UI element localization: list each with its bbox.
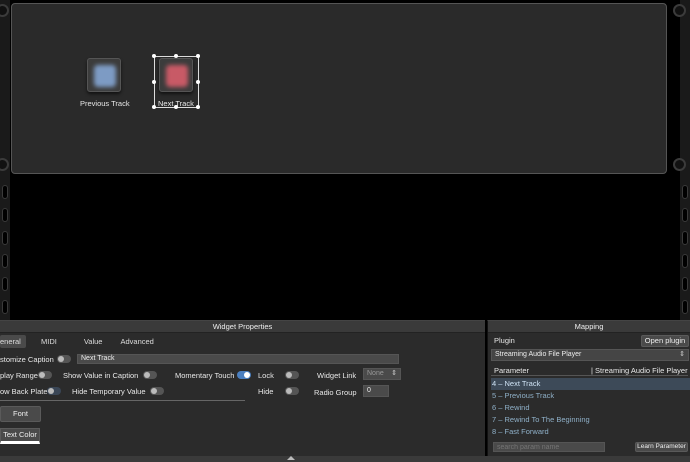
rail-slot	[2, 300, 8, 314]
momentary-touch-toggle[interactable]	[237, 371, 251, 379]
caption-input[interactable]: Next Track	[77, 354, 399, 364]
show-value-label: Show Value in Caption	[63, 371, 139, 380]
hide-toggle[interactable]	[285, 387, 299, 395]
resize-handle[interactable]	[196, 54, 200, 58]
rack-screw-icon	[673, 158, 686, 171]
momentary-touch-label: Momentary Touch	[175, 371, 235, 380]
display-range-label: play Range	[0, 371, 38, 380]
rail-slot	[2, 277, 8, 291]
plugin-select[interactable]: Streaming Audio File Player ⇕	[491, 349, 689, 361]
learn-parameter-button[interactable]: Learn Parameter	[635, 442, 688, 452]
show-back-plate-label: ow Back Plate	[0, 387, 48, 396]
rail-slot	[2, 208, 8, 222]
show-back-plate-toggle[interactable]	[47, 387, 61, 395]
expand-up-icon[interactable]	[287, 456, 295, 460]
show-value-toggle[interactable]	[143, 371, 157, 379]
rail-slot	[682, 277, 688, 291]
previous-track-caption: Previous Track	[80, 99, 130, 108]
open-plugin-button[interactable]: Open plugin	[641, 335, 689, 347]
rail-slot	[682, 208, 688, 222]
resize-handle[interactable]	[196, 105, 200, 109]
customize-caption-label: stomize Caption	[0, 355, 54, 364]
resize-handle[interactable]	[152, 105, 156, 109]
rail-slot	[682, 300, 688, 314]
next-track-caption: Next Track	[158, 99, 194, 108]
plugin-label: Plugin	[494, 336, 515, 345]
lock-label: Lock	[258, 371, 274, 380]
list-item[interactable]: 5 – Previous Track	[491, 390, 690, 402]
tab-midi[interactable]: MIDI	[32, 335, 66, 348]
widget-link-select[interactable]: None ⇕	[363, 368, 401, 380]
led-icon	[166, 65, 188, 87]
font-button[interactable]: Font	[0, 406, 41, 422]
resize-handle[interactable]	[152, 54, 156, 58]
radio-group-label: Radio Group	[314, 388, 357, 397]
parameter-list: 4 – Next Track 5 – Previous Track 6 – Re…	[491, 378, 690, 438]
search-param-input[interactable]	[493, 442, 605, 452]
rail-slot	[682, 231, 688, 245]
customize-caption-toggle[interactable]	[57, 355, 71, 363]
rail-slot	[682, 185, 688, 199]
lock-toggle[interactable]	[285, 371, 299, 379]
display-range-toggle[interactable]	[38, 371, 52, 379]
rail-slot	[2, 254, 8, 268]
tab-advanced[interactable]: Advanced	[111, 335, 162, 348]
list-item[interactable]: 6 – Rewind	[491, 402, 690, 414]
widget-properties-title: Widget Properties	[0, 321, 485, 333]
hide-temp-value-toggle[interactable]	[150, 387, 164, 395]
list-item[interactable]: 7 – Rewind To The Beginning	[491, 414, 690, 426]
plugin-selected-value: Streaming Audio File Player	[495, 351, 582, 358]
radio-group-input[interactable]: 0	[363, 385, 389, 397]
widget-link-label: Widget Link	[317, 371, 357, 380]
mapping-title: Mapping	[488, 321, 690, 333]
properties-tabs: eneral MIDI Value Advanced	[0, 335, 163, 348]
rack-screw-icon	[673, 4, 686, 17]
divider	[0, 400, 245, 401]
led-icon	[94, 65, 116, 87]
list-item[interactable]: 8 – Fast Forward	[491, 426, 690, 438]
rail-slot	[682, 254, 688, 268]
next-track-button[interactable]	[159, 58, 193, 92]
text-color-button[interactable]: Text Color	[0, 428, 40, 444]
stepper-icon: ⇕	[391, 370, 397, 377]
resize-handle[interactable]	[196, 80, 200, 84]
widget-link-value: None	[367, 370, 384, 377]
resize-handle[interactable]	[152, 80, 156, 84]
hide-temp-value-label: Hide Temporary Value	[72, 387, 146, 396]
parameter-column-header: Parameter	[494, 366, 530, 375]
stepper-icon: ⇕	[679, 351, 685, 358]
hide-label: Hide	[258, 387, 274, 396]
tab-general[interactable]: eneral	[0, 335, 26, 348]
parameter-plugin-header: | Streaming Audio File Player	[591, 366, 688, 375]
previous-track-button[interactable]	[87, 58, 121, 92]
rail-slot	[2, 185, 8, 199]
bottom-bar	[0, 456, 690, 462]
rail-slot	[2, 231, 8, 245]
divider	[491, 375, 688, 376]
tab-value[interactable]: Value	[75, 335, 112, 348]
list-item[interactable]: 4 – Next Track	[491, 378, 690, 390]
